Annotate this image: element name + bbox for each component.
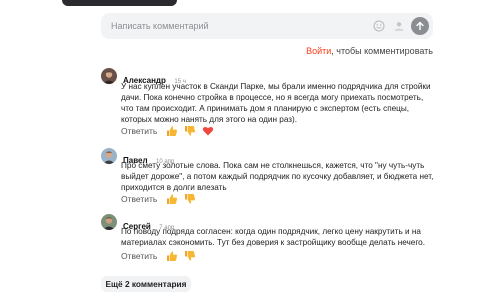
reply-button[interactable]: Ответить	[121, 194, 157, 204]
comment-input[interactable]	[111, 13, 351, 39]
reply-button[interactable]: Ответить	[121, 251, 157, 261]
thumbs-up-icon[interactable]	[165, 192, 179, 206]
emoji-icon[interactable]	[371, 18, 387, 34]
show-more-comments-button[interactable]: Ещё 2 комментария	[101, 276, 191, 292]
comment-text: По поводу подряда согласен: когда один п…	[121, 227, 425, 247]
reply-button[interactable]: Ответить	[121, 126, 157, 136]
heart-icon[interactable]	[201, 124, 215, 138]
thumbs-up-icon[interactable]	[165, 124, 179, 138]
attachment-icon[interactable]	[391, 18, 407, 34]
comment-composer[interactable]	[101, 13, 433, 39]
arrow-up-icon	[416, 21, 424, 31]
thumbs-down-icon[interactable]	[183, 249, 197, 263]
login-prompt: Войти, чтобы комментировать	[306, 46, 433, 56]
thumbs-down-icon[interactable]	[183, 124, 197, 138]
avatar[interactable]	[101, 148, 117, 164]
avatar[interactable]	[101, 214, 117, 230]
login-prompt-text: , чтобы комментировать	[331, 46, 433, 56]
tooltip-fragment	[62, 0, 177, 6]
thumbs-down-icon[interactable]	[183, 192, 197, 206]
send-button[interactable]	[411, 17, 429, 35]
thumbs-up-icon[interactable]	[165, 249, 179, 263]
avatar[interactable]	[101, 68, 117, 84]
comment-text: Про смету золотые слова. Пока сам не сто…	[121, 161, 434, 192]
login-link[interactable]: Войти	[306, 46, 331, 56]
comment-text: У нас куплен участок в Сканди Парке, мы …	[121, 82, 431, 124]
